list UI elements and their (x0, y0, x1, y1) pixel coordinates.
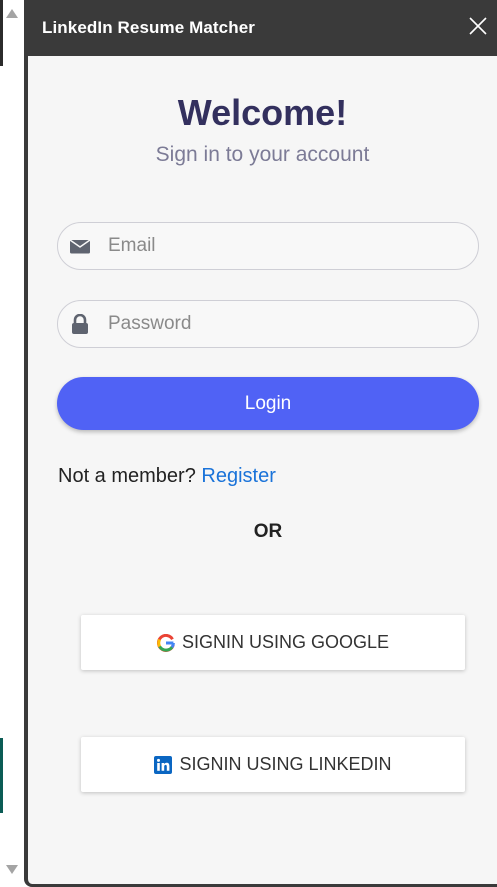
register-link[interactable]: Register (201, 465, 275, 487)
panel-header: LinkedIn Resume Matcher (28, 0, 497, 56)
login-form: Welcome! Sign in to your account Login N… (28, 56, 497, 884)
scroll-up-arrow-icon[interactable] (6, 9, 18, 18)
browser-scrollbar[interactable] (0, 0, 24, 887)
signin-subtitle: Sign in to your account (155, 143, 370, 166)
linkedin-signin-button[interactable]: SIGNIN USING LINKEDIN (81, 737, 465, 792)
google-signin-label: SIGNIN USING GOOGLE (181, 632, 390, 652)
password-input[interactable] (108, 301, 468, 347)
welcome-heading: Welcome! (177, 92, 348, 133)
panel-title: LinkedIn Resume Matcher (42, 18, 255, 37)
close-icon (469, 17, 487, 35)
close-button[interactable] (467, 15, 489, 37)
linkedin-logo-icon (154, 755, 173, 774)
login-button[interactable]: Login (57, 377, 479, 430)
email-input[interactable] (108, 223, 468, 269)
side-panel: LinkedIn Resume Matcher Welcome! Sign in… (24, 0, 497, 887)
envelope-icon (69, 239, 91, 254)
not-member-text: Not a member? (58, 465, 196, 487)
scroll-down-arrow-icon[interactable] (6, 865, 18, 874)
google-signin-button[interactable]: SIGNIN USING GOOGLE (81, 615, 465, 670)
or-divider: OR (253, 521, 283, 542)
register-prompt: Not a member? Register (58, 465, 276, 488)
email-field[interactable] (57, 222, 479, 270)
page-edge (0, 0, 3, 66)
google-logo-icon (156, 633, 175, 652)
password-field[interactable] (57, 300, 479, 348)
page-edge-accent (0, 738, 3, 813)
linkedin-signin-label: SIGNIN USING LINKEDIN (179, 754, 392, 774)
lock-icon (72, 314, 88, 334)
